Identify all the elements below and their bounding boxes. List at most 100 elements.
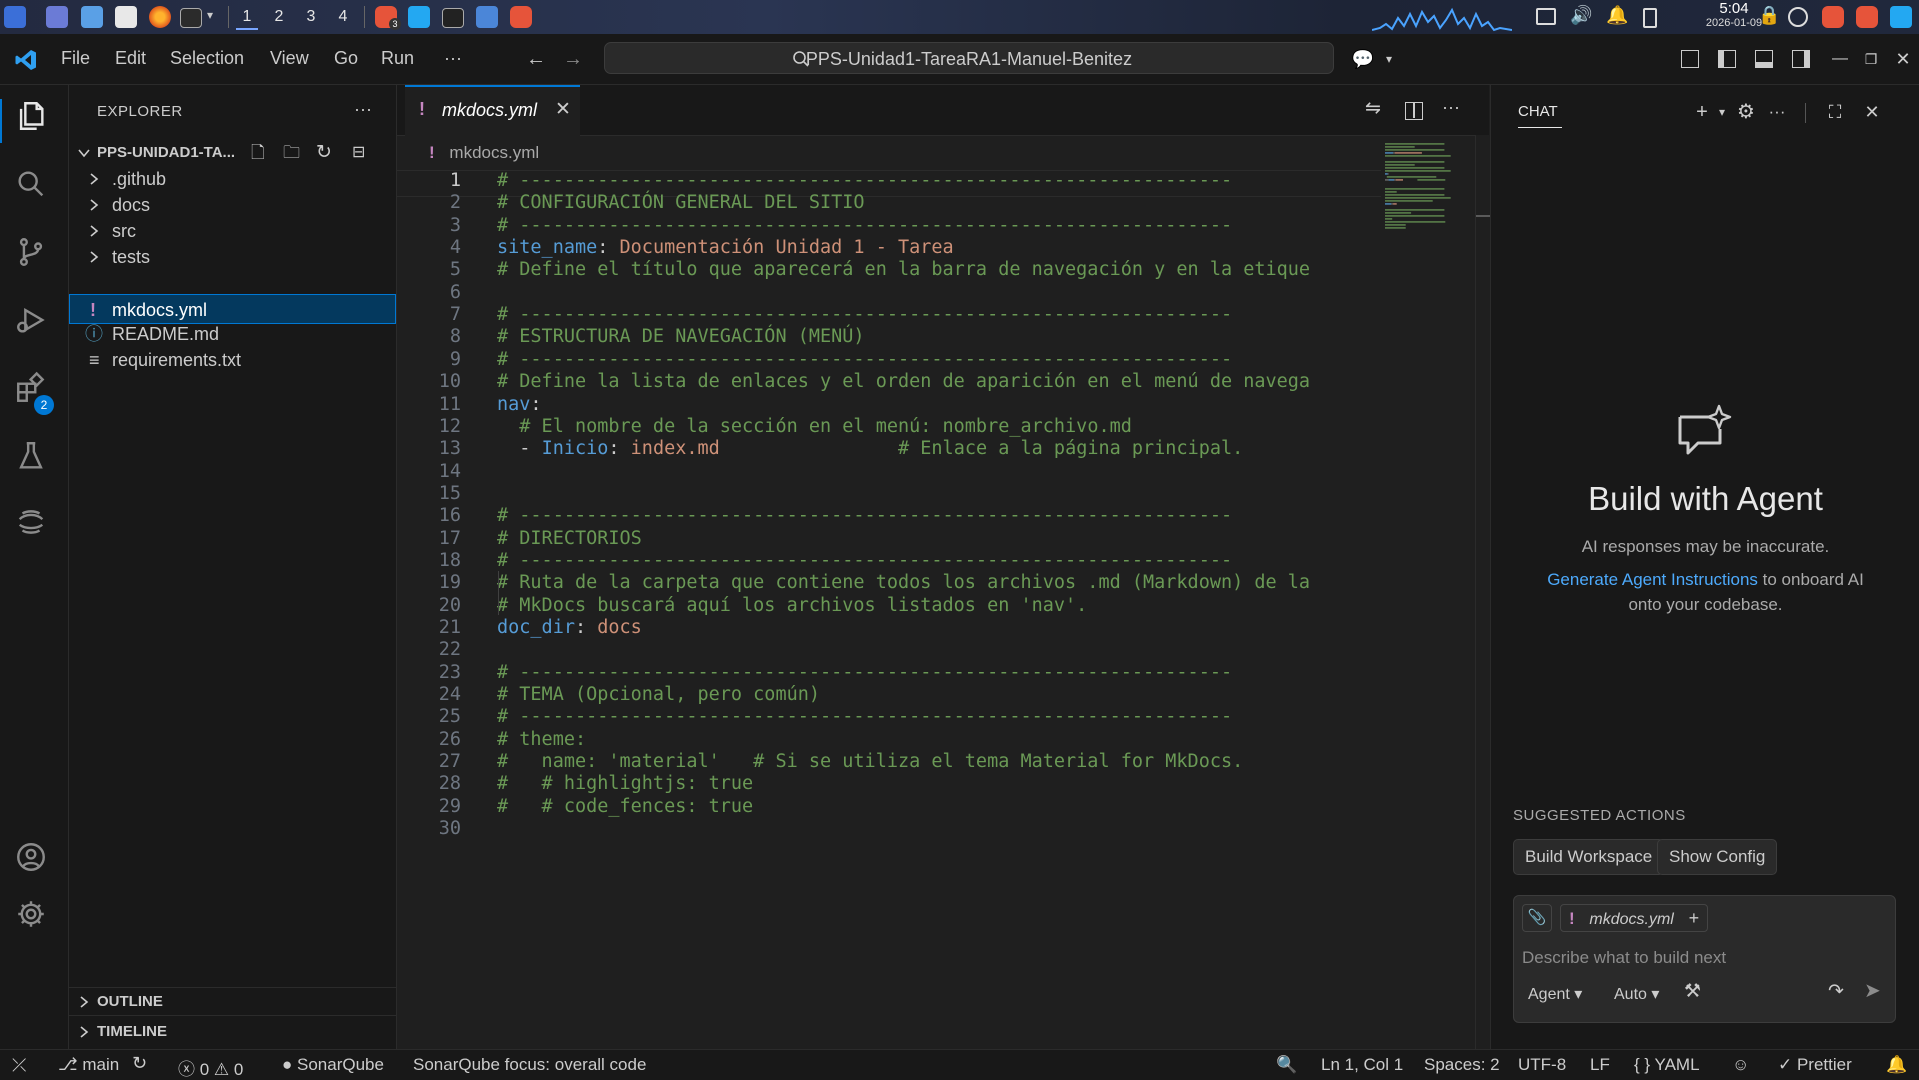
bell-icon[interactable]: 🔔 bbox=[1606, 5, 1628, 26]
zoom-icon[interactable]: 🔍 bbox=[1276, 1055, 1297, 1075]
editor-more-icon[interactable]: ··· bbox=[1442, 97, 1460, 118]
context-file-label: mkdocs.yml bbox=[1589, 911, 1674, 928]
compare-changes-icon[interactable]: ⇋ bbox=[1365, 97, 1381, 120]
forward-arrow-icon[interactable]: → bbox=[560, 46, 586, 72]
workspace-3[interactable]: 3 bbox=[300, 6, 322, 28]
toggle-panel-icon[interactable] bbox=[1755, 50, 1773, 68]
app-launcher-icon[interactable] bbox=[4, 6, 26, 28]
breadcrumb[interactable]: ! mkdocs.yml bbox=[429, 143, 539, 163]
back-arrow-icon[interactable]: ← bbox=[523, 46, 549, 72]
cursor-position[interactable]: Ln 1, Col 1 bbox=[1321, 1055, 1403, 1075]
mode-picker[interactable]: Agent ▾ bbox=[1528, 984, 1582, 1004]
chat-title[interactable]: CHAT bbox=[1518, 103, 1558, 120]
workspace-2[interactable]: 2 bbox=[268, 6, 290, 28]
maximize-icon[interactable]: ⛶ bbox=[1822, 99, 1848, 125]
outline-section[interactable]: OUTLINE bbox=[69, 987, 396, 1017]
context-file-chip[interactable]: ! mkdocs.yml + bbox=[1560, 904, 1709, 932]
firefox-icon[interactable] bbox=[149, 6, 171, 28]
build-workspace-button[interactable]: Build Workspace bbox=[1513, 839, 1665, 875]
tree-folder-tests[interactable]: tests bbox=[69, 242, 396, 272]
chat-more-icon[interactable]: ··· bbox=[1764, 99, 1790, 125]
vscode-taskbar-icon[interactable] bbox=[408, 6, 430, 28]
lock-icon[interactable]: 🔒 bbox=[1758, 5, 1780, 26]
menu-view[interactable]: View bbox=[270, 48, 309, 69]
folder-label: tests bbox=[112, 247, 151, 267]
terminal-icon[interactable] bbox=[180, 8, 202, 28]
tools-icon[interactable]: ⚒ bbox=[1684, 980, 1701, 1003]
close-window-icon[interactable]: ✕ bbox=[1890, 46, 1916, 72]
explorer-icon[interactable] bbox=[14, 99, 54, 139]
menu-more-button[interactable]: ··· bbox=[444, 48, 462, 69]
tree-file-requirements[interactable]: ≡ requirements.txt bbox=[69, 345, 396, 375]
settings-gear-icon[interactable] bbox=[14, 897, 54, 937]
minimize-icon[interactable]: — bbox=[1827, 46, 1853, 72]
editor-scrollbar[interactable] bbox=[1475, 135, 1490, 1049]
chat-prompt-input[interactable]: Describe what to build next bbox=[1522, 948, 1882, 968]
workspace-1[interactable]: 1 bbox=[236, 6, 258, 30]
search-icon[interactable] bbox=[14, 167, 54, 207]
language-mode[interactable]: { } YAML bbox=[1634, 1055, 1700, 1075]
sonarqube-status[interactable]: ● SonarQube bbox=[282, 1055, 384, 1075]
indentation[interactable]: Spaces: 2 bbox=[1424, 1055, 1500, 1075]
menu-selection[interactable]: Selection bbox=[170, 48, 244, 69]
menu-edit[interactable]: Edit bbox=[115, 48, 146, 69]
send-icon[interactable]: ➤ bbox=[1864, 978, 1881, 1003]
toggle-primary-sidebar-icon[interactable] bbox=[1718, 50, 1736, 68]
volume-icon[interactable]: 🔊 bbox=[1570, 5, 1592, 26]
explorer-more-button[interactable]: ··· bbox=[354, 99, 372, 120]
battery-icon[interactable] bbox=[1643, 8, 1657, 28]
copilot-status-icon[interactable]: ☺ bbox=[1732, 1055, 1749, 1075]
remote-icon[interactable]: ⤫ bbox=[12, 1055, 26, 1076]
desktop-icon[interactable] bbox=[46, 6, 68, 28]
accounts-icon[interactable] bbox=[14, 840, 54, 880]
encoding[interactable]: UTF-8 bbox=[1518, 1055, 1566, 1075]
vscode-taskbar-icon[interactable] bbox=[1890, 6, 1912, 28]
copilot-chat-icon[interactable]: 💬 bbox=[1350, 46, 1376, 72]
show-config-button[interactable]: Show Config bbox=[1657, 839, 1778, 875]
prettier-status[interactable]: ✓ Prettier bbox=[1778, 1055, 1852, 1075]
attach-paperclip-icon[interactable]: 📎 bbox=[1522, 904, 1552, 932]
model-picker[interactable]: Auto ▾ bbox=[1614, 984, 1659, 1004]
delegate-arrow-icon[interactable]: ↷ bbox=[1828, 980, 1844, 1003]
tab-mkdocs-yml[interactable]: ! mkdocs.yml ✕ bbox=[405, 85, 580, 136]
chevron-down-icon[interactable]: ▾ bbox=[1709, 99, 1735, 125]
toggle-secondary-sidebar-icon[interactable] bbox=[1792, 50, 1810, 68]
terminal-icon[interactable] bbox=[442, 8, 464, 28]
update-icon[interactable] bbox=[1788, 7, 1808, 27]
sonarqube-icon[interactable] bbox=[14, 505, 54, 545]
add-context-icon[interactable]: + bbox=[1689, 908, 1700, 928]
timeline-section[interactable]: TIMELINE bbox=[69, 1017, 396, 1047]
file-manager-icon[interactable] bbox=[81, 6, 103, 28]
brave-icon[interactable] bbox=[1856, 6, 1878, 28]
customize-layout-icon[interactable] bbox=[1681, 50, 1699, 68]
source-control-icon[interactable] bbox=[14, 235, 54, 275]
chevron-down-icon[interactable]: ▾ bbox=[207, 8, 213, 22]
split-editor-icon[interactable] bbox=[1405, 102, 1423, 120]
notifications-bell-icon[interactable]: 🔔 bbox=[1886, 1055, 1907, 1075]
run-debug-icon[interactable] bbox=[14, 303, 54, 343]
sonarqube-focus[interactable]: SonarQube focus: overall code bbox=[413, 1055, 646, 1075]
folder-icon[interactable] bbox=[476, 6, 498, 28]
close-panel-icon[interactable]: ✕ bbox=[1859, 99, 1885, 125]
menu-go[interactable]: Go bbox=[334, 48, 358, 69]
brave-icon[interactable] bbox=[1822, 6, 1844, 28]
generate-instructions-link[interactable]: Generate Agent Instructions bbox=[1547, 570, 1758, 589]
branch-indicator[interactable]: ⎇ main bbox=[58, 1055, 119, 1075]
problems-indicator[interactable]: ⓧ 0 ⚠ 0 bbox=[178, 1055, 243, 1080]
chevron-down-icon[interactable]: ▾ bbox=[1376, 46, 1402, 72]
restore-icon[interactable]: ❐ bbox=[1858, 46, 1884, 72]
chat-settings-gear-icon[interactable]: ⚙ bbox=[1733, 99, 1759, 125]
menu-file[interactable]: File bbox=[61, 48, 90, 69]
menu-run[interactable]: Run bbox=[381, 48, 414, 69]
close-tab-icon[interactable]: ✕ bbox=[555, 98, 571, 121]
code-editor[interactable]: 1 # -------------------------------------… bbox=[397, 170, 1381, 1010]
sync-icon[interactable]: ↻ bbox=[132, 1053, 147, 1074]
document-viewer-icon[interactable] bbox=[115, 6, 137, 28]
brave-icon[interactable] bbox=[510, 6, 532, 28]
line-ending[interactable]: LF bbox=[1590, 1055, 1610, 1075]
testing-icon[interactable] bbox=[14, 439, 54, 479]
command-center-search[interactable]: PPS-Unidad1-TareaRA1-Manuel-Benitez bbox=[604, 42, 1334, 74]
workspace-4[interactable]: 4 bbox=[332, 6, 354, 28]
display-icon[interactable] bbox=[1536, 8, 1556, 25]
minimap[interactable] bbox=[1381, 141, 1475, 1001]
